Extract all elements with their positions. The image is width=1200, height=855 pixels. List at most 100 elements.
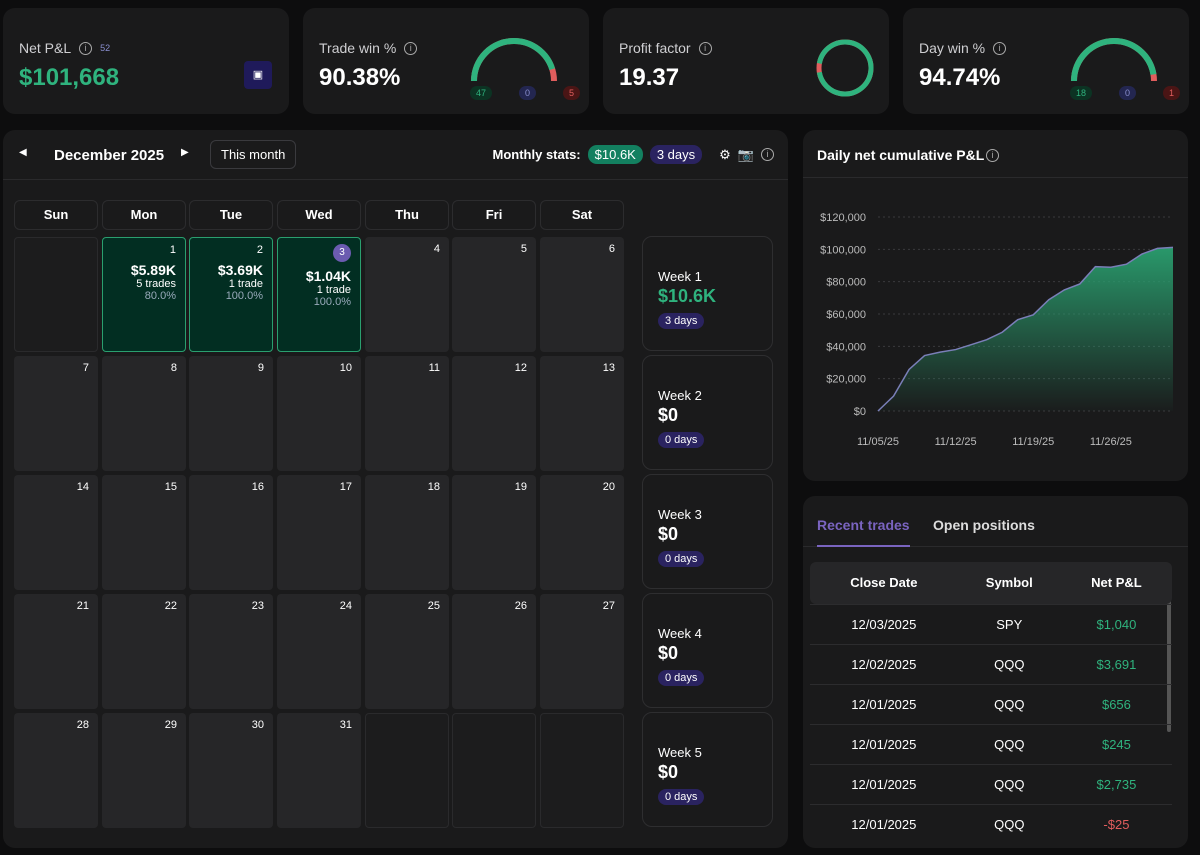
symbol: QQQ xyxy=(957,643,1061,684)
week-label: Week 4 xyxy=(658,626,702,641)
day-number: 26 xyxy=(514,600,527,612)
table-row[interactable]: 12/01/2025 QQQ $245 xyxy=(810,723,1172,764)
tab-open-positions[interactable]: Open positions xyxy=(933,517,1035,533)
net-pnl: $1,040 xyxy=(1060,603,1172,644)
column-header[interactable]: Symbol xyxy=(957,562,1061,604)
calendar-day[interactable]: 31 xyxy=(277,713,361,828)
calendar-day[interactable]: 6 xyxy=(540,237,624,352)
calendar-day[interactable]: 15 xyxy=(102,475,186,590)
calendar-day[interactable]: 5 xyxy=(452,237,536,352)
close-date: 12/02/2025 xyxy=(810,643,958,684)
day-number: 15 xyxy=(164,481,177,493)
calendar-day[interactable]: 24 xyxy=(277,594,361,709)
calendar-day xyxy=(540,713,624,828)
close-date: 12/01/2025 xyxy=(810,803,958,844)
net-pnl: $656 xyxy=(1060,683,1172,724)
week-days: 0 days xyxy=(658,551,705,567)
monthly-stats-label: Monthly stats: xyxy=(492,147,581,162)
y-tick-label: $80,000 xyxy=(826,277,866,289)
even-count: 0 xyxy=(518,86,536,100)
symbol: QQQ xyxy=(957,723,1061,764)
week-summary[interactable]: Week 1 $10.6K 3 days xyxy=(642,236,773,351)
calendar-day[interactable]: 7 xyxy=(14,356,98,471)
calendar-day[interactable]: 19 xyxy=(452,475,536,590)
calendar-day[interactable]: 26 xyxy=(452,594,536,709)
table-row[interactable]: 12/01/2025 QQQ -$25 xyxy=(810,803,1172,844)
week-value: $0 xyxy=(658,762,679,782)
net-pnl: $245 xyxy=(1060,723,1172,764)
calendar-day[interactable]: 22 xyxy=(102,594,186,709)
info-icon[interactable]: i xyxy=(79,41,93,55)
close-date: 12/03/2025 xyxy=(810,603,958,644)
calendar-day[interactable]: 2 $3.69K 1 trade 100.0% xyxy=(189,237,273,352)
column-header[interactable]: Close Date xyxy=(810,562,958,604)
week-summary[interactable]: Week 3 $0 0 days xyxy=(642,474,773,589)
calendar-day[interactable]: 10 xyxy=(277,356,361,471)
calendar-day[interactable]: 1 $5.89K 5 trades 80.0% xyxy=(102,237,186,352)
calendar-day[interactable]: 23 xyxy=(189,594,273,709)
calendar-day[interactable]: 9 xyxy=(189,356,273,471)
week-summary[interactable]: Week 5 $0 0 days xyxy=(642,712,773,827)
calendar-day[interactable]: 17 xyxy=(277,475,361,590)
day-number: 4 xyxy=(433,243,440,255)
calendar-day[interactable]: 18 xyxy=(365,475,449,590)
calendar-day[interactable]: 21 xyxy=(14,594,98,709)
table-row[interactable]: 12/01/2025 QQQ $2,735 xyxy=(810,763,1172,804)
prev-month-button[interactable]: ◀ xyxy=(19,147,27,158)
calendar-day xyxy=(452,713,536,828)
calendar-day[interactable]: 28 xyxy=(14,713,98,828)
net-pnl: -$25 xyxy=(1060,803,1172,844)
calendar-day[interactable]: 3 $1.04K 1 trade 100.0% xyxy=(277,237,361,352)
info-icon[interactable]: i xyxy=(404,41,418,55)
info-icon[interactable]: i xyxy=(993,41,1007,55)
calendar-day[interactable]: 16 xyxy=(189,475,273,590)
week-days: 0 days xyxy=(658,789,705,805)
column-header[interactable]: Net P&L xyxy=(1060,562,1172,604)
calendar-day[interactable]: 30 xyxy=(189,713,273,828)
widget-icon[interactable]: ▣ xyxy=(244,61,272,89)
table-row[interactable]: 12/01/2025 QQQ $656 xyxy=(810,683,1172,724)
calendar-day[interactable]: 8 xyxy=(102,356,186,471)
info-icon[interactable]: i xyxy=(761,148,774,161)
calendar-day[interactable]: 12 xyxy=(452,356,536,471)
win-count: 47 xyxy=(470,86,493,100)
camera-icon[interactable]: 📷 xyxy=(738,147,754,163)
week-value: $10.6K xyxy=(658,286,717,306)
info-icon[interactable]: i xyxy=(698,41,712,55)
calendar-day[interactable]: 14 xyxy=(14,475,98,590)
calendar-day[interactable]: 20 xyxy=(540,475,624,590)
weekday-header: Thu xyxy=(365,200,449,230)
day-number: 1 xyxy=(169,244,176,256)
this-month-button[interactable]: This month xyxy=(210,140,297,169)
day-number: 27 xyxy=(602,600,615,612)
calendar-day[interactable]: 25 xyxy=(365,594,449,709)
day-win-rate: 80.0% xyxy=(144,290,176,302)
weekday-header: Tue xyxy=(189,200,273,230)
trade-win-value: 90.38% xyxy=(319,64,401,91)
week-summary[interactable]: Week 2 $0 0 days xyxy=(642,355,773,470)
day-trades: 1 trade xyxy=(228,278,263,290)
gear-icon[interactable]: ⚙ xyxy=(719,147,731,163)
week-days: 0 days xyxy=(658,432,705,448)
table-row[interactable]: 12/03/2025 SPY $1,040 xyxy=(810,603,1172,644)
weekday-header: Wed xyxy=(277,200,361,230)
net-pnl-value: $101,668 xyxy=(19,64,120,91)
net-pnl: $2,735 xyxy=(1060,763,1172,804)
calendar-day[interactable]: 27 xyxy=(540,594,624,709)
calendar-day[interactable]: 11 xyxy=(365,356,449,471)
week-value: $0 xyxy=(658,643,679,663)
day-number: 6 xyxy=(608,243,615,255)
calendar-day[interactable]: 4 xyxy=(365,237,449,352)
calendar-day[interactable]: 13 xyxy=(540,356,624,471)
week-label: Week 5 xyxy=(658,745,702,760)
table-row[interactable]: 12/02/2025 QQQ $3,691 xyxy=(810,643,1172,684)
day-number: 30 xyxy=(251,719,264,731)
week-value: $0 xyxy=(658,524,679,544)
week-summary[interactable]: Week 4 $0 0 days xyxy=(642,593,773,708)
next-month-button[interactable]: ▶ xyxy=(181,147,189,158)
tab-recent-trades[interactable]: Recent trades xyxy=(817,517,910,547)
calendar-day xyxy=(365,713,449,828)
y-tick-label: $120,000 xyxy=(820,212,866,224)
day-number: 8 xyxy=(170,362,177,374)
calendar-day[interactable]: 29 xyxy=(102,713,186,828)
